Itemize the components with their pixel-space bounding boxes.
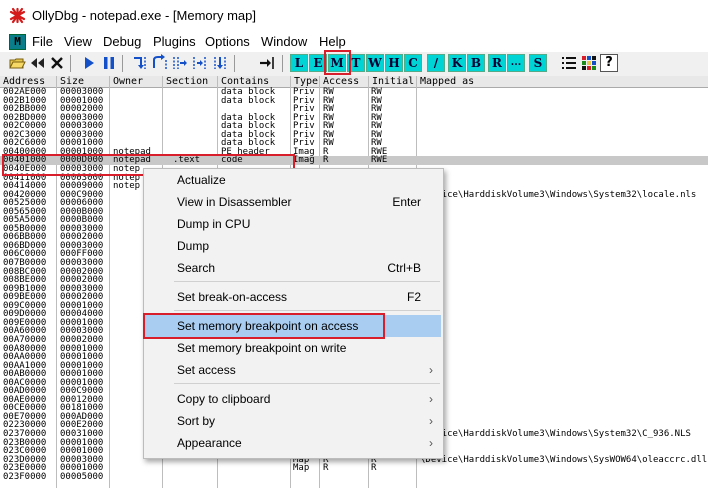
menu-set-access[interactable]: Set access › (145, 359, 441, 381)
toolbar-separator (282, 55, 283, 72)
open-icon[interactable] (8, 54, 26, 72)
appearance-icon[interactable] (580, 54, 598, 72)
table-cell: \Device\HarddiskVolume3\Windows\SysWOW64… (420, 454, 708, 465)
table-row[interactable]: 002C3000 00003000 data block Priv RW RW (0, 131, 708, 140)
run-trace-button[interactable]: ... (507, 54, 525, 72)
table-cell: 00005000 (60, 471, 104, 482)
col-initial[interactable]: Initial (369, 76, 417, 87)
goto-icon[interactable] (258, 54, 276, 72)
mdi-child-icon[interactable]: M (9, 34, 26, 50)
table-row[interactable]: 002C0000 00003000 data block Priv RW RW (0, 122, 708, 131)
ollydbg-bug-icon (9, 7, 26, 24)
breakpoint-menu-item-highlight (143, 313, 385, 339)
menu-copy-to-clipboard[interactable]: Copy to clipboard › (145, 388, 441, 410)
references-window-button[interactable]: R (488, 54, 506, 72)
table-cell: R (323, 463, 329, 474)
execute-till-return-icon[interactable] (211, 54, 229, 72)
step-into-icon[interactable] (131, 54, 149, 72)
table-cell: RWE (371, 155, 388, 166)
toolbar-separator (234, 55, 235, 72)
menu-separator (174, 310, 440, 311)
col-address[interactable]: Address (0, 76, 57, 87)
close-icon[interactable] (48, 54, 66, 72)
table-row[interactable]: 002BD000 00003000 data block Priv RW RW (0, 113, 708, 123)
table-row[interactable]: 002C6000 00001000 data block Priv RW RW (0, 139, 708, 148)
menu-set-memory-breakpoint-on-write[interactable]: Set memory breakpoint on write (145, 337, 441, 359)
submenu-arrow-icon: › (429, 392, 433, 406)
table-cell: \Device\HarddiskVolume3\Windows\System32… (420, 429, 691, 439)
source-window-button[interactable]: S (529, 54, 547, 72)
col-contains[interactable]: Contains (218, 76, 291, 87)
menu-separator (174, 281, 440, 282)
submenu-arrow-icon: › (429, 436, 433, 450)
window-title: OllyDbg - notepad.exe - [Memory map] (32, 8, 256, 23)
menu-appearance[interactable]: Appearance › (145, 432, 441, 454)
cpu-window-button[interactable]: C (404, 54, 422, 72)
help-icon[interactable]: ? (600, 54, 618, 72)
menu-window[interactable]: Window (261, 34, 307, 49)
col-section[interactable]: Section (163, 76, 218, 87)
menu-separator (174, 383, 440, 384)
menu-plugins[interactable]: Plugins (153, 34, 196, 49)
table-cell: data block (221, 95, 276, 106)
table-row[interactable]: 023F0000 00005000 (0, 473, 708, 482)
col-type[interactable]: Type (291, 76, 320, 87)
trace-into-icon[interactable] (171, 54, 189, 72)
trace-over-icon[interactable] (191, 54, 209, 72)
list-icon[interactable] (560, 54, 578, 72)
menu-set-break-on-access[interactable]: Set break-on-access F2 (145, 286, 441, 308)
column-header: Address Size Owner Section Contains Type… (0, 76, 708, 88)
col-size[interactable]: Size (57, 76, 110, 87)
breakpoints-window-button[interactable]: B (467, 54, 485, 72)
run-icon[interactable] (80, 54, 98, 72)
menu-search[interactable]: Search Ctrl+B (145, 257, 441, 279)
table-cell: notep (113, 181, 141, 192)
menu-file[interactable]: File (32, 34, 53, 49)
shortcut-enter: Enter (392, 195, 421, 209)
menu-sort-by[interactable]: Sort by › (145, 410, 441, 432)
toolbar: L E M T W H C / K B R ... S ? (0, 52, 708, 77)
table-row[interactable]: 002BB000 00002000 Priv RW RW (0, 105, 708, 114)
menu-view[interactable]: View (64, 34, 92, 49)
col-owner[interactable]: Owner (110, 76, 163, 87)
menu-view-in-disassembler[interactable]: View in Disassembler Enter (145, 191, 441, 213)
shortcut-ctrl-b: Ctrl+B (387, 261, 421, 275)
submenu-arrow-icon: › (429, 414, 433, 428)
col-mapped-as[interactable]: Mapped as (417, 76, 708, 87)
table-cell: R (371, 463, 377, 474)
patches-window-button[interactable]: / (427, 54, 445, 72)
col-access[interactable]: Access (320, 76, 369, 87)
menu-dump[interactable]: Dump (145, 235, 441, 257)
table-cell: 023F0000 (3, 471, 47, 482)
table-cell: R (323, 155, 329, 166)
call-stack-button[interactable]: K (448, 54, 466, 72)
rewind-icon[interactable] (28, 54, 46, 72)
menu-debug[interactable]: Debug (103, 34, 141, 49)
table-row[interactable]: 023E0000 00001000 Map R R (0, 464, 708, 473)
table-row[interactable]: 002B1000 00001000 data block Priv RW RW (0, 95, 708, 106)
menu-options[interactable]: Options (205, 34, 250, 49)
step-over-icon[interactable] (151, 54, 169, 72)
pause-icon[interactable] (100, 54, 118, 72)
submenu-arrow-icon: › (429, 363, 433, 377)
menu-dump-in-cpu[interactable]: Dump in CPU (145, 213, 441, 235)
toolbar-separator (122, 55, 123, 72)
handles-window-button[interactable]: H (385, 54, 403, 72)
table-cell: Map (293, 463, 310, 474)
shortcut-f2: F2 (406, 290, 421, 304)
toolbar-separator (70, 55, 71, 72)
menu-help[interactable]: Help (319, 34, 346, 49)
log-window-button[interactable]: L (290, 54, 308, 72)
menu-actualize[interactable]: Actualize (145, 169, 441, 191)
memory-map-button-highlight (324, 50, 351, 75)
table-row[interactable]: 002AE000 00003000 data block Priv RW RW (0, 88, 708, 97)
table-cell: Imag (293, 155, 315, 166)
windows-list-button[interactable]: W (366, 54, 384, 72)
table-cell: \Device\HarddiskVolume3\Windows\System32… (420, 189, 697, 200)
menu-bar: M File View Debug Plugins Options Window… (0, 32, 708, 52)
title-bar: OllyDbg - notepad.exe - [Memory map] (0, 0, 708, 32)
